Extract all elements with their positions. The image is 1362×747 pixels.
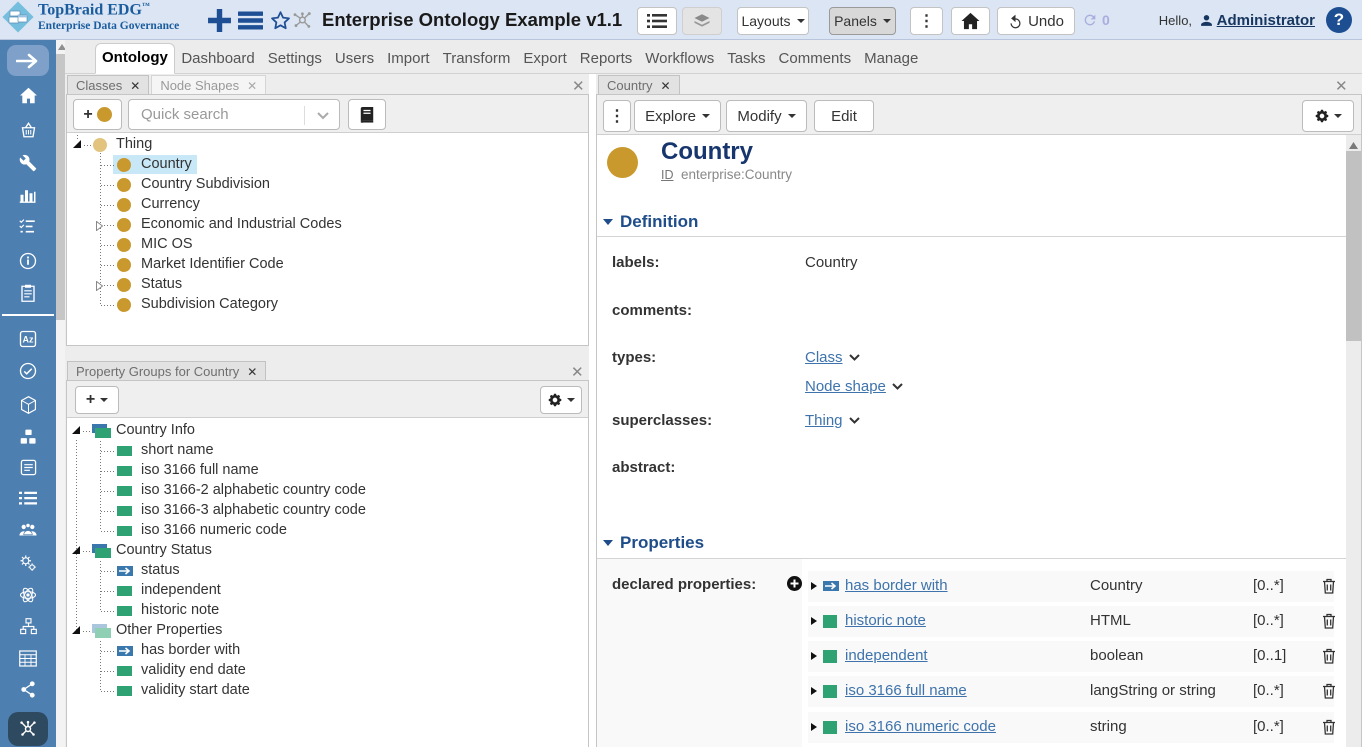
svg-text:Az: Az (23, 334, 34, 344)
